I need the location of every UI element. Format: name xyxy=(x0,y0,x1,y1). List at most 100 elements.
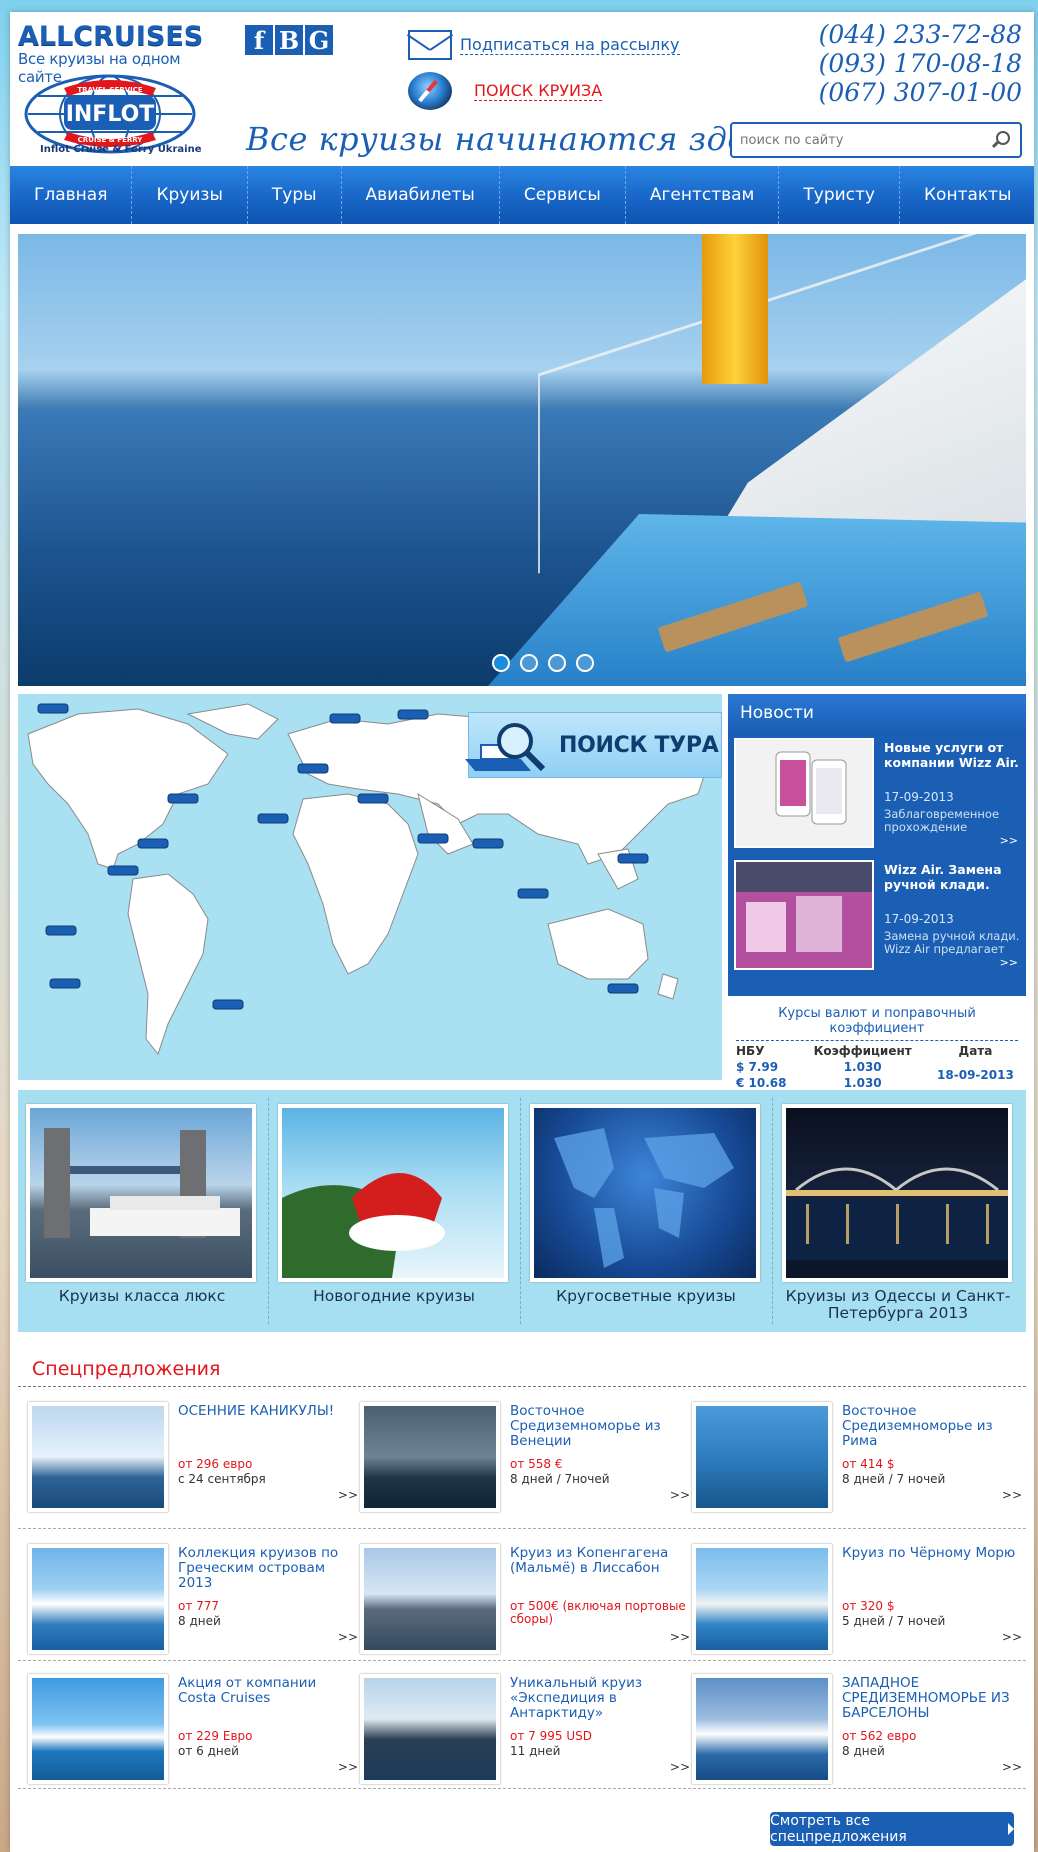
news-thumbnail[interactable] xyxy=(734,860,874,970)
news-item[interactable]: Новые услуги от компании Wizz Air. 17-09… xyxy=(734,738,1022,850)
offer-price: от 562 евро xyxy=(842,1729,917,1743)
news-item[interactable]: Wizz Air. Замена ручной клади. 17-09-201… xyxy=(734,860,1022,972)
offer-card[interactable]: Восточное Средиземноморье из Рима от 414… xyxy=(692,1402,1024,1514)
world-map[interactable]: ПОИСК ТУРА xyxy=(18,694,722,1080)
offer-image[interactable] xyxy=(28,1674,168,1784)
news-headline[interactable]: Wizz Air. Замена ручной клади. xyxy=(884,862,1020,892)
tour-search-banner[interactable]: ПОИСК ТУРА xyxy=(465,712,722,778)
subscribe-link[interactable]: Подписаться на рассылку xyxy=(460,35,680,55)
category-card[interactable]: Новогодние круизы xyxy=(270,1098,521,1324)
phone-number[interactable]: (067) 307-01-00 xyxy=(819,78,1022,107)
google-icon[interactable]: G xyxy=(304,24,334,56)
offer-title[interactable]: Уникальный круиз «Экспедиция в Антарктид… xyxy=(510,1676,688,1721)
cruise-search-link[interactable]: ПОИСК КРУИЗА xyxy=(474,81,603,101)
offer-card[interactable]: Уникальный круиз «Экспедиция в Антарктид… xyxy=(360,1674,692,1786)
category-card[interactable]: Кругосветные круизы xyxy=(522,1098,773,1324)
slider-dot[interactable] xyxy=(520,654,538,672)
slogan: Все круизы начинаются здесь! xyxy=(246,120,797,158)
phone-number[interactable]: (044) 233-72-88 xyxy=(819,20,1022,49)
nav-item-home[interactable]: Главная xyxy=(10,166,133,224)
category-label[interactable]: Круизы из Одессы и Санкт-Петербурга 2013 xyxy=(778,1288,1018,1322)
offer-duration: с 24 сентября xyxy=(178,1472,266,1486)
offer-image[interactable] xyxy=(692,1674,832,1784)
view-all-specials-button[interactable]: Смотреть все спецпредложения xyxy=(770,1812,1014,1846)
offer-more-link[interactable]: >> xyxy=(670,1630,690,1644)
offer-card[interactable]: Круиз из Копенгагена (Мальмё) в Лиссабон… xyxy=(360,1544,692,1656)
offer-price: от 777 xyxy=(178,1599,220,1613)
slider-dot[interactable] xyxy=(576,654,594,672)
offer-image[interactable] xyxy=(360,1544,500,1654)
offer-more-link[interactable]: >> xyxy=(1002,1630,1022,1644)
category-card[interactable]: Круизы класса люкс xyxy=(18,1098,269,1324)
compass-icon[interactable] xyxy=(408,72,452,110)
offer-image[interactable] xyxy=(28,1544,168,1654)
offer-title[interactable]: Восточное Средиземноморье из Венеции xyxy=(510,1404,688,1449)
subscribe-block: Подписаться на рассылку xyxy=(408,30,680,60)
offer-image[interactable] xyxy=(360,1402,500,1512)
offer-more-link[interactable]: >> xyxy=(1002,1488,1022,1502)
offer-title[interactable]: Круиз из Копенгагена (Мальмё) в Лиссабон xyxy=(510,1546,688,1576)
offer-title[interactable]: Круиз по Чёрному Морю xyxy=(842,1546,1020,1561)
nav-item-tourist[interactable]: Туристу xyxy=(779,166,900,224)
offer-more-link[interactable]: >> xyxy=(670,1488,690,1502)
vkontakte-icon[interactable]: B xyxy=(274,24,304,56)
offer-card[interactable]: Круиз по Чёрному Морю от 320 $ 5 дней / … xyxy=(692,1544,1024,1656)
offer-more-link[interactable]: >> xyxy=(338,1630,358,1644)
category-image[interactable] xyxy=(278,1104,508,1282)
cruise-categories: Круизы класса люкс Новогодние круизы Кру… xyxy=(18,1090,1026,1332)
offer-card[interactable]: Акция от компании Costa Cruises от 229 Е… xyxy=(28,1674,360,1786)
offer-card[interactable]: ЗАПАДНОЕ СРЕДИЗЕМНОМОРЬЕ ИЗ БАРСЕЛОНЫ от… xyxy=(692,1674,1024,1786)
offer-image[interactable] xyxy=(360,1674,500,1784)
offer-title[interactable]: Восточное Средиземноморье из Рима xyxy=(842,1404,1020,1449)
offer-title[interactable]: Акция от компании Costa Cruises xyxy=(178,1676,356,1706)
offer-duration: 8 дней xyxy=(178,1614,221,1628)
facebook-icon[interactable]: f xyxy=(244,24,274,56)
offer-more-link[interactable]: >> xyxy=(1002,1760,1022,1774)
news-more-link[interactable]: >> xyxy=(1000,956,1018,969)
offer-title[interactable]: Коллекция круизов по Греческим островам … xyxy=(178,1546,356,1591)
coef-value: 1.030 xyxy=(843,1060,882,1074)
category-label[interactable]: Кругосветные круизы xyxy=(526,1288,766,1305)
logo-main-text: INFLOT xyxy=(66,102,155,127)
offer-more-link[interactable]: >> xyxy=(338,1760,358,1774)
offer-card[interactable]: Коллекция круизов по Греческим островам … xyxy=(28,1544,360,1656)
search-input[interactable] xyxy=(732,132,982,148)
inflot-logo[interactable]: TRAVEL SERVICE INFLOT CRUISE & FERRY xyxy=(24,74,196,154)
category-label[interactable]: Новогодние круизы xyxy=(274,1288,514,1305)
envelope-icon[interactable] xyxy=(408,30,452,60)
nav-item-tours[interactable]: Туры xyxy=(248,166,342,224)
nav-item-flights[interactable]: Авиабилеты xyxy=(342,166,500,224)
news-thumbnail[interactable] xyxy=(734,738,874,848)
offer-more-link[interactable]: >> xyxy=(338,1488,358,1502)
slider-dot[interactable] xyxy=(548,654,566,672)
search-icon[interactable] xyxy=(992,131,1010,149)
offer-image[interactable] xyxy=(692,1544,832,1654)
phone-number[interactable]: (093) 170-08-18 xyxy=(819,49,1022,78)
nav-item-cruises[interactable]: Круизы xyxy=(132,166,248,224)
category-card[interactable]: Круизы из Одессы и Санкт-Петербурга 2013 xyxy=(774,1098,1025,1324)
slider-dot[interactable] xyxy=(492,654,510,672)
offer-card[interactable]: Восточное Средиземноморье из Венеции от … xyxy=(360,1402,692,1514)
offer-more-link[interactable]: >> xyxy=(670,1760,690,1774)
news-headline[interactable]: Новые услуги от компании Wizz Air. xyxy=(884,740,1020,770)
divider xyxy=(18,1386,1026,1387)
category-image[interactable] xyxy=(26,1104,256,1282)
category-image[interactable] xyxy=(782,1104,1012,1282)
category-image[interactable] xyxy=(530,1104,760,1282)
offer-card[interactable]: ОСЕННИЕ КАНИКУЛЫ! от 296 евро с 24 сентя… xyxy=(28,1402,360,1514)
offer-image[interactable] xyxy=(28,1402,168,1512)
offer-duration: 11 дней xyxy=(510,1744,561,1758)
offer-title[interactable]: ОСЕННИЕ КАНИКУЛЫ! xyxy=(178,1404,356,1419)
news-more-link[interactable]: >> xyxy=(1000,834,1018,847)
offer-price: от 414 $ xyxy=(842,1457,895,1471)
category-label[interactable]: Круизы класса люкс xyxy=(22,1288,262,1305)
nav-item-services[interactable]: Сервисы xyxy=(500,166,626,224)
offer-title[interactable]: ЗАПАДНОЕ СРЕДИЗЕМНОМОРЬЕ ИЗ БАРСЕЛОНЫ xyxy=(842,1676,1020,1721)
news-title: Новости xyxy=(728,694,1026,732)
hero-slider[interactable] xyxy=(18,234,1026,686)
nav-item-contacts[interactable]: Контакты xyxy=(900,166,1036,224)
news-date: 17-09-2013 xyxy=(884,912,954,926)
offer-image[interactable] xyxy=(692,1402,832,1512)
nav-item-agencies[interactable]: Агентствам xyxy=(626,166,780,224)
offer-price: от 229 Евро xyxy=(178,1729,253,1743)
